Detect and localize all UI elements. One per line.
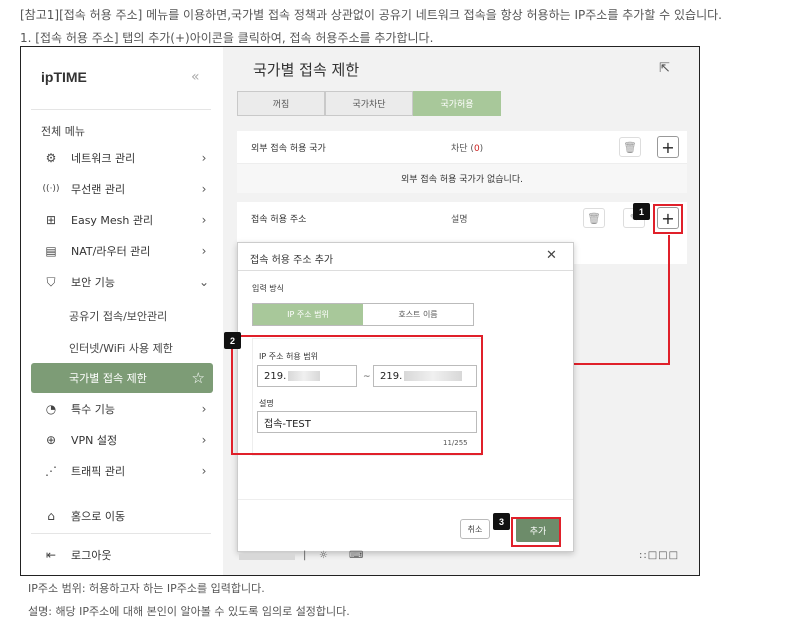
- mode-tabs: 꺼짐 국가차단 국가허용: [237, 91, 501, 116]
- desc-column: 설명: [451, 214, 468, 225]
- footer-line-2: 설명: 해당 IP주소에 대해 본인이 알아볼 수 있도록 임의로 설정합니다.: [28, 605, 350, 618]
- chevron-right-icon: ›: [201, 402, 207, 416]
- panel-label: 외부 접속 허용 국가: [251, 143, 326, 154]
- chevron-right-icon: ›: [201, 433, 207, 447]
- sidebar-item-nat[interactable]: ▤ NAT/라우터 관리 ›: [31, 237, 213, 265]
- chevron-right-icon: ›: [201, 244, 207, 258]
- divider: [238, 270, 573, 271]
- panel-header: 외부 접속 허용 국가 차단 (0) 🗑 +: [237, 131, 687, 163]
- logout-link[interactable]: ⇤ 로그아웃: [31, 541, 213, 569]
- sidebar-item-label: 국가별 접속 제한: [69, 372, 147, 385]
- chevron-right-icon: ›: [201, 464, 207, 478]
- sidebar-item-easymesh[interactable]: ⊞ Easy Mesh 관리 ›: [31, 206, 213, 234]
- home-label: 홈으로 이동: [71, 510, 126, 523]
- sidebar-subitem-router-access[interactable]: 공유기 접속/보안관리: [69, 308, 167, 324]
- sidebar-item-special[interactable]: ◔ 특수 기능 ›: [31, 395, 213, 423]
- sidebar-subitem-internet-limit[interactable]: 인터넷/WiFi 사용 제한: [69, 340, 173, 356]
- sidebar-item-label: 네트워크 관리: [71, 152, 136, 165]
- sidebar-item-traffic[interactable]: ⋰ 트래픽 관리 ›: [31, 457, 213, 485]
- method-ip-range[interactable]: IP 주소 범위: [253, 304, 363, 325]
- speed-icon: ◔: [45, 402, 57, 416]
- sidebar-item-label: 트래픽 관리: [71, 465, 126, 478]
- cancel-button[interactable]: 취소: [460, 519, 490, 539]
- sidebar-item-label: Easy Mesh 관리: [71, 214, 154, 227]
- logout-label: 로그아웃: [71, 549, 112, 562]
- chevron-right-icon: ›: [201, 151, 207, 165]
- share-icon[interactable]: ⇱: [659, 61, 670, 76]
- brightness-icon[interactable]: ☼: [319, 550, 328, 561]
- add-country-button[interactable]: +: [657, 136, 679, 158]
- panel-label: 접속 허용 주소: [251, 214, 307, 225]
- highlight-add-confirm: [511, 517, 561, 547]
- method-hostname[interactable]: 호스트 이름: [363, 304, 473, 325]
- iptime-logo: ipTIME: [41, 69, 87, 85]
- tab-off[interactable]: 꺼짐: [237, 91, 325, 116]
- status-bar: [239, 554, 295, 560]
- router-ui-screenshot: ipTIME « 전체 메뉴 ⚙ 네트워크 관리 › ((·)) 무선랜 관리 …: [20, 46, 700, 576]
- highlight-form-section: [231, 335, 483, 455]
- trash-icon[interactable]: 🗑: [619, 137, 641, 157]
- sidebar-item-network[interactable]: ⚙ 네트워크 관리 ›: [31, 144, 213, 172]
- chevron-right-icon: ›: [201, 213, 207, 227]
- step-badge-2: 2: [224, 332, 241, 349]
- highlight-add-button: [653, 204, 683, 234]
- language-icon[interactable]: ⌨: [349, 550, 363, 561]
- network-icon: ⚙: [45, 151, 57, 165]
- empty-message: 외부 접속 허용 국가가 없습니다.: [237, 163, 687, 193]
- step-badge-3: 3: [493, 513, 510, 530]
- home-icon: ⌂: [47, 509, 55, 523]
- chevron-down-icon: ⌄: [198, 275, 210, 289]
- sidebar-item-label: VPN 설정: [71, 434, 118, 447]
- sidebar-item-label: NAT/라우터 관리: [71, 245, 151, 258]
- input-method-toggle: IP 주소 범위 호스트 이름: [252, 303, 474, 326]
- divider: [31, 533, 211, 534]
- logout-icon: ⇤: [45, 548, 57, 562]
- menu-section-title: 전체 메뉴: [41, 125, 85, 138]
- step-badge-1: 1: [633, 203, 650, 220]
- separator-glyph: |: [303, 550, 307, 561]
- mesh-icon: ⊞: [45, 213, 57, 227]
- footer-line-1: IP주소 범위: 허용하고자 하는 IP주소를 입력합니다.: [28, 582, 265, 595]
- sidebar-subitem-country-block[interactable]: 국가별 접속 제한 ☆: [31, 363, 213, 393]
- shield-icon: ⛉: [46, 274, 56, 289]
- home-link[interactable]: ⌂ 홈으로 이동: [31, 502, 213, 530]
- trash-icon[interactable]: 🗑: [583, 208, 605, 228]
- intro-line-2: 1. [접속 허용 주소] 탭의 추가(+)아이콘을 클릭하여, 접속 허용주소…: [20, 31, 434, 45]
- blocked-count: 차단 (0): [451, 143, 484, 154]
- sidebar-item-label: 보안 기능: [71, 276, 115, 289]
- sidebar-item-label: 무선랜 관리: [71, 183, 126, 196]
- tab-country-block[interactable]: 국가차단: [325, 91, 413, 116]
- star-icon[interactable]: ☆: [192, 369, 205, 387]
- sidebar-item-vpn[interactable]: ⊕ VPN 설정 ›: [31, 426, 213, 454]
- grid-view-icon[interactable]: ::□□□: [639, 550, 679, 561]
- intro-line-1: [참고1][접속 허용 주소] 메뉴를 이용하면,국가별 접속 정책과 상관없이…: [20, 8, 722, 22]
- wireless-icon: ((·)): [42, 184, 60, 194]
- close-icon[interactable]: ✕: [546, 248, 557, 263]
- chevron-right-icon: ›: [201, 182, 207, 196]
- divider: [238, 499, 573, 500]
- globe-icon: ⊕: [45, 433, 57, 447]
- panel-header: 접속 허용 주소 설명 🗑 ✎ +: [237, 202, 687, 234]
- main-content: 국가별 접속 제한 ⇱ 꺼짐 국가차단 국가허용 외부 접속 허용 국가 차단 …: [223, 47, 699, 575]
- sidebar: ipTIME « 전체 메뉴 ⚙ 네트워크 관리 › ((·)) 무선랜 관리 …: [21, 47, 221, 575]
- sidebar-item-label: 특수 기능: [71, 403, 115, 416]
- sidebar-item-wireless[interactable]: ((·)) 무선랜 관리 ›: [31, 175, 213, 203]
- collapse-sidebar-icon[interactable]: «: [191, 69, 200, 85]
- page-title: 국가별 접속 제한: [253, 61, 360, 79]
- traffic-icon: ⋰: [45, 464, 57, 478]
- allowed-countries-panel: 외부 접속 허용 국가 차단 (0) 🗑 + 외부 접속 허용 국가가 없습니다…: [237, 131, 687, 193]
- modal-title: 접속 허용 주소 추가: [250, 255, 334, 266]
- divider: [31, 109, 211, 110]
- router-icon: ▤: [45, 244, 57, 258]
- tab-country-allow[interactable]: 국가허용: [413, 91, 501, 116]
- sidebar-item-security[interactable]: ⛉ 보안 기능 ⌄: [31, 268, 213, 296]
- input-method-label: 입력 방식: [252, 284, 284, 293]
